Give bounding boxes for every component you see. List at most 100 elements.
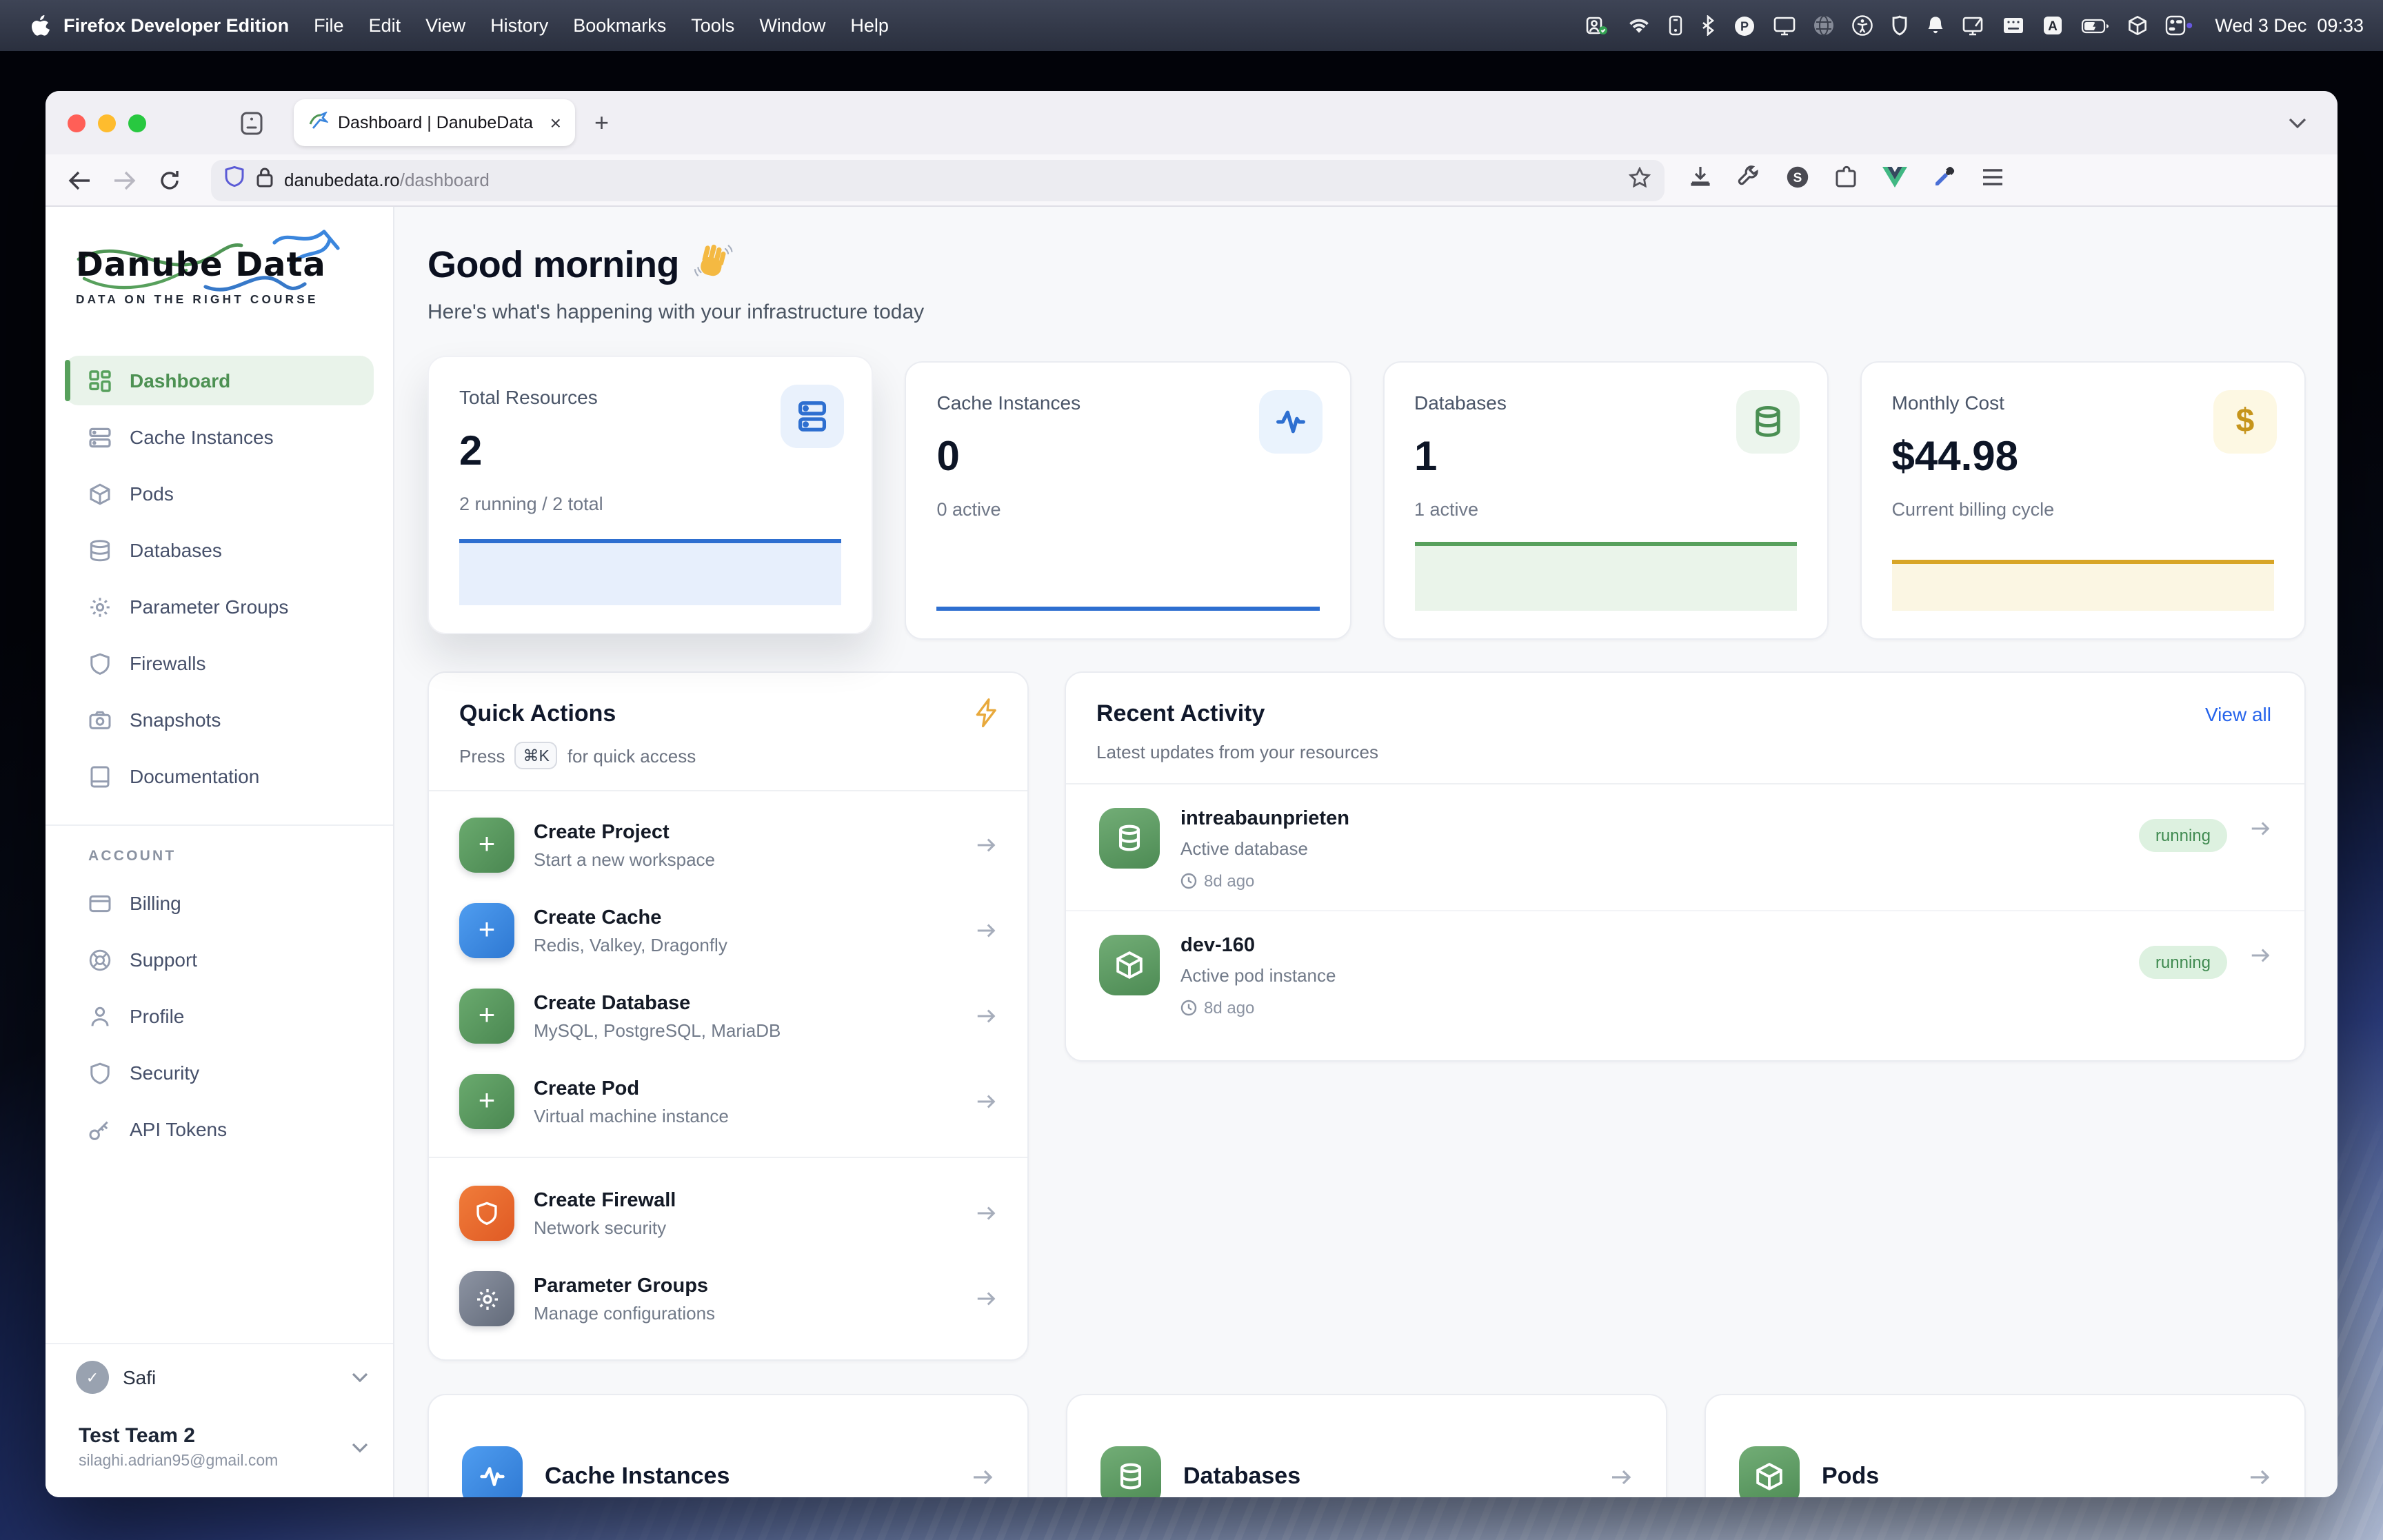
sidebar-item-security[interactable]: Security bbox=[65, 1048, 374, 1097]
keyboard-icon[interactable] bbox=[2002, 17, 2024, 34]
close-window-button[interactable] bbox=[68, 114, 86, 132]
resource-card-pods[interactable]: Pods bbox=[1705, 1394, 2306, 1497]
stat-card-cache-instances[interactable]: Cache Instances 0 0 active bbox=[905, 361, 1351, 640]
downloads-icon[interactable] bbox=[1689, 165, 1711, 194]
team-switcher[interactable]: Test Team 2 silaghi.adrian95@gmail.com bbox=[46, 1410, 393, 1497]
sidebar-item-pods[interactable]: Pods bbox=[65, 469, 374, 518]
list-all-tabs-icon[interactable] bbox=[2288, 112, 2307, 136]
stats-row: Total Resources 2 2 running / 2 total Ca… bbox=[428, 361, 2306, 640]
display-icon[interactable] bbox=[1773, 16, 1796, 35]
bluetooth-icon[interactable] bbox=[1700, 15, 1716, 36]
quick-action-create-firewall[interactable]: Create FirewallNetwork security bbox=[429, 1171, 1027, 1256]
resource-card-title: Pods bbox=[1822, 1463, 1879, 1490]
resource-card-databases[interactable]: Databases bbox=[1066, 1394, 1667, 1497]
menubar-clock[interactable]: Wed 3 Dec 09:33 bbox=[2215, 15, 2364, 36]
menu-bookmarks[interactable]: Bookmarks bbox=[573, 15, 666, 36]
menu-edit[interactable]: Edit bbox=[369, 15, 401, 36]
url-path: /dashboard bbox=[400, 170, 490, 190]
activity-row-pod[interactable]: dev-160 Active pod instance 8d ago runni… bbox=[1066, 910, 2304, 1037]
input-source-icon[interactable]: A bbox=[2042, 15, 2063, 36]
macos-menubar: Firefox Developer Edition File Edit View… bbox=[0, 0, 2383, 51]
firefox-sidebar-icon[interactable] bbox=[240, 110, 263, 136]
vue-devtools-icon[interactable] bbox=[1882, 166, 1907, 194]
quick-action-create-cache[interactable]: + Create CacheRedis, Valkey, Dragonfly bbox=[429, 888, 1027, 973]
shield-icon bbox=[88, 1061, 112, 1084]
app-logo[interactable]: Danube Data DATA ON THE RIGHT COURSE bbox=[46, 207, 393, 314]
reload-button[interactable] bbox=[159, 169, 181, 191]
user-switcher[interactable]: ✓ Safi bbox=[46, 1344, 393, 1410]
user-switch-icon[interactable] bbox=[1586, 15, 1609, 36]
minimize-window-button[interactable] bbox=[98, 114, 116, 132]
activity-time: 8d ago bbox=[1180, 871, 1349, 891]
menu-window[interactable]: Window bbox=[759, 15, 825, 36]
plus-icon: + bbox=[459, 989, 514, 1044]
sidebar-item-dashboard[interactable]: Dashboard bbox=[65, 356, 374, 405]
sidebar-item-cache-instances[interactable]: Cache Instances bbox=[65, 412, 374, 462]
lightning-bolt-icon bbox=[972, 698, 1000, 738]
session-extension-icon[interactable]: S bbox=[1786, 165, 1809, 195]
color-picker-icon[interactable] bbox=[1933, 165, 1955, 194]
url-field[interactable]: danubedata.ro/dashboard bbox=[211, 159, 1665, 201]
sidebar-item-documentation[interactable]: Documentation bbox=[65, 751, 374, 801]
quick-action-create-pod[interactable]: + Create PodVirtual machine instance bbox=[429, 1059, 1027, 1144]
docker-icon[interactable] bbox=[2128, 15, 2147, 36]
zoom-window-button[interactable] bbox=[128, 114, 146, 132]
stat-card-databases[interactable]: Databases 1 1 active bbox=[1382, 361, 1829, 640]
team-name: Test Team 2 bbox=[79, 1424, 278, 1448]
extensions-icon[interactable] bbox=[1836, 165, 1856, 194]
shield-app-icon[interactable] bbox=[1891, 15, 1909, 36]
tab-bar: Dashboard | DanubeData × + bbox=[46, 91, 2337, 154]
control-center-icon[interactable] bbox=[2165, 15, 2193, 36]
status-badge: running bbox=[2139, 819, 2227, 852]
stat-card-monthly-cost[interactable]: Monthly Cost $44.98 Current billing cycl… bbox=[1860, 361, 2306, 640]
device-battery-icon[interactable] bbox=[1669, 15, 1682, 36]
forward-button[interactable] bbox=[113, 170, 137, 190]
sidebar-item-parameter-groups[interactable]: Parameter Groups bbox=[65, 582, 374, 631]
stat-sub: 0 active bbox=[937, 499, 1320, 520]
sidebar-item-api-tokens[interactable]: API Tokens bbox=[65, 1104, 374, 1154]
quick-action-create-project[interactable]: + Create ProjectStart a new workspace bbox=[429, 802, 1027, 888]
lock-icon[interactable] bbox=[257, 166, 273, 194]
sidebar-divider bbox=[46, 824, 393, 826]
resource-card-cache-instances[interactable]: Cache Instances bbox=[428, 1394, 1029, 1497]
quick-action-parameter-groups[interactable]: Parameter GroupsManage configurations bbox=[429, 1256, 1027, 1341]
cube-icon bbox=[88, 482, 112, 505]
quick-action-create-database[interactable]: + Create DatabaseMySQL, PostgreSQL, Mari… bbox=[429, 973, 1027, 1059]
sidebar-item-label: Pods bbox=[130, 483, 174, 505]
sidebar-item-support[interactable]: Support bbox=[65, 935, 374, 984]
new-tab-button[interactable]: + bbox=[594, 108, 609, 137]
menu-history[interactable]: History bbox=[490, 15, 548, 36]
onepassword-icon[interactable]: P bbox=[1733, 14, 1756, 37]
view-all-link[interactable]: View all bbox=[2205, 703, 2271, 725]
back-button[interactable] bbox=[68, 170, 91, 190]
menu-tools[interactable]: Tools bbox=[691, 15, 734, 36]
notification-icon[interactable] bbox=[1927, 15, 1944, 36]
wifi-icon[interactable] bbox=[1627, 17, 1651, 34]
apple-icon[interactable] bbox=[30, 14, 50, 37]
quick-action-subtitle: Manage configurations bbox=[534, 1302, 715, 1323]
browser-tab[interactable]: Dashboard | DanubeData × bbox=[294, 99, 575, 146]
cube-icon bbox=[1099, 935, 1160, 995]
menu-help[interactable]: Help bbox=[850, 15, 889, 36]
sidebar-item-snapshots[interactable]: Snapshots bbox=[65, 695, 374, 744]
menubar-app-name[interactable]: Firefox Developer Edition bbox=[63, 15, 289, 36]
avatar: ✓ bbox=[76, 1361, 109, 1394]
battery-icon[interactable] bbox=[2081, 17, 2110, 34]
tracking-protection-icon[interactable] bbox=[225, 165, 244, 194]
menu-view[interactable]: View bbox=[425, 15, 465, 36]
sidebar-item-firewalls[interactable]: Firewalls bbox=[65, 638, 374, 688]
sidebar-item-billing[interactable]: Billing bbox=[65, 878, 374, 928]
menu-hamburger-icon[interactable] bbox=[1982, 168, 2004, 192]
sidebar-item-profile[interactable]: Profile bbox=[65, 991, 374, 1041]
menu-file[interactable]: File bbox=[314, 15, 344, 36]
bookmark-star-icon[interactable] bbox=[1629, 166, 1651, 194]
globe-icon[interactable] bbox=[1813, 15, 1834, 36]
sidecar-icon[interactable] bbox=[1962, 16, 1984, 35]
tab-close-icon[interactable]: × bbox=[550, 112, 561, 134]
wrench-icon[interactable] bbox=[1738, 165, 1760, 194]
sidebar-item-label: Firewalls bbox=[130, 652, 205, 674]
stat-card-total-resources[interactable]: Total Resources 2 2 running / 2 total bbox=[428, 356, 874, 634]
sidebar-item-databases[interactable]: Databases bbox=[65, 525, 374, 575]
activity-row-database[interactable]: intreabaunprieten Active database 8d ago… bbox=[1066, 784, 2304, 910]
accessibility-icon[interactable] bbox=[1852, 15, 1873, 36]
